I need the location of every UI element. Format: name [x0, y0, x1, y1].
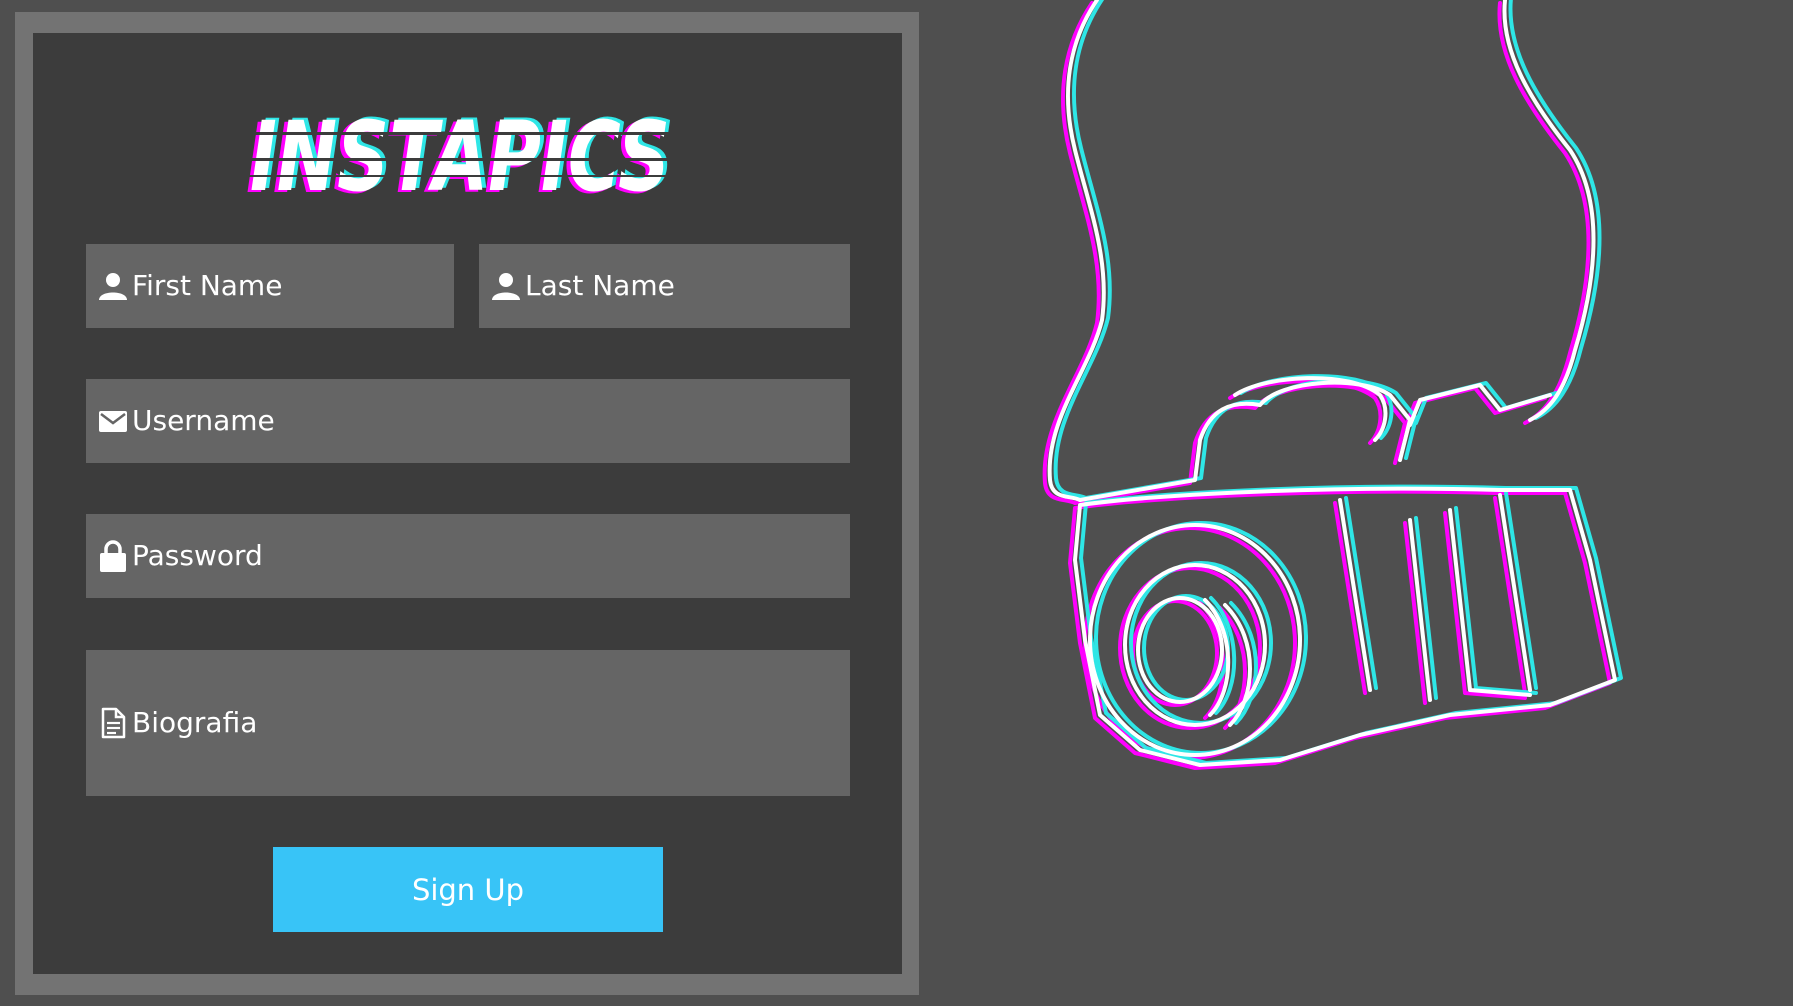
last-name-placeholder: Last Name: [525, 269, 675, 302]
last-name-field[interactable]: Last Name: [479, 244, 850, 328]
document-icon: [98, 707, 128, 739]
sign-up-button[interactable]: Sign Up: [273, 847, 663, 932]
first-name-placeholder: First Name: [132, 269, 283, 302]
password-field[interactable]: Password: [86, 514, 850, 598]
first-name-field[interactable]: First Name: [86, 244, 454, 328]
user-icon: [491, 271, 521, 301]
lock-icon: [98, 540, 128, 572]
bio-placeholder: Biografia: [132, 706, 258, 739]
username-placeholder: Username: [132, 404, 275, 437]
camera-illustration: [1042, 0, 1623, 770]
user-icon: [98, 271, 128, 301]
logo-title: INSTAPICS: [250, 101, 670, 210]
bio-field[interactable]: Biografia: [86, 650, 850, 796]
envelope-icon: [98, 406, 128, 436]
app-logo: INSTAPICS INSTAPICS INSTAPICS: [240, 100, 680, 210]
username-field[interactable]: Username: [86, 379, 850, 463]
password-placeholder: Password: [132, 539, 263, 572]
